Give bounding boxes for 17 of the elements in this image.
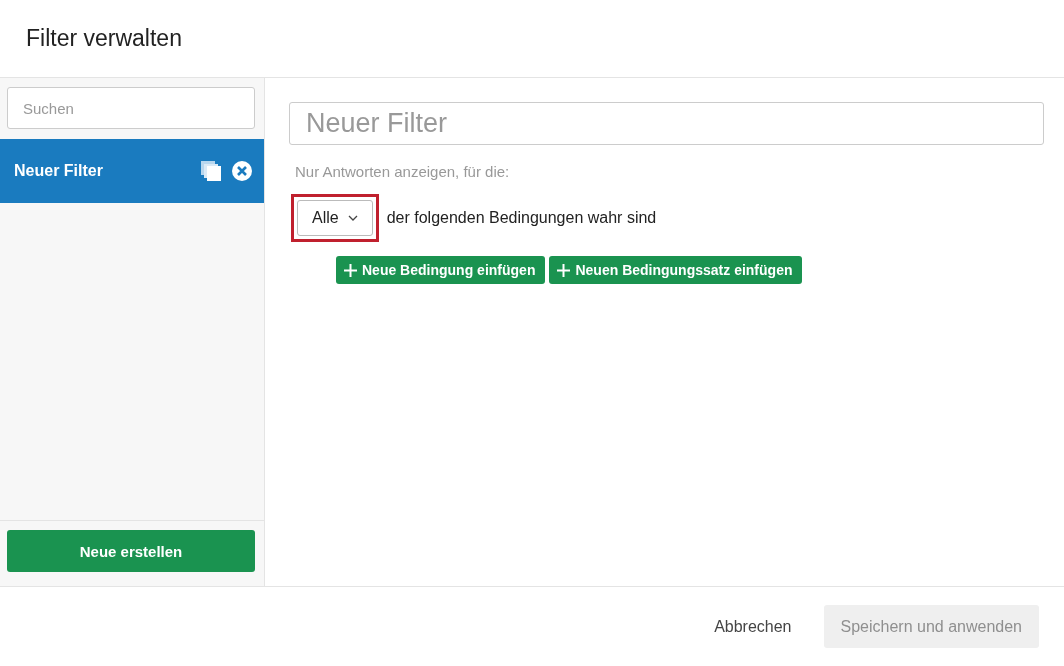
copy-icon[interactable]: [200, 161, 222, 181]
add-condition-button[interactable]: Neue Bedingung einfügen: [336, 256, 546, 284]
caret-icon: [347, 215, 358, 221]
condition-text: der folgenden Bedingungen wahr sind: [386, 209, 657, 227]
match-dropdown[interactable]: Alle: [291, 194, 379, 242]
filter-name: Neuer Filter: [14, 162, 104, 180]
search-field[interactable]: Suchen: [7, 87, 255, 129]
intro-text: Nur Antworten anzeigen, für die:: [295, 163, 511, 180]
plus-icon: [557, 263, 571, 277]
cancel-button[interactable]: Abbrechen: [708, 616, 798, 637]
add-condition-button[interactable]: Neuen Bedingungssatz einfügen: [549, 256, 803, 284]
filter-list-item[interactable]: Neuer Filter: [0, 139, 264, 203]
plus-icon: [344, 263, 357, 277]
close-icon[interactable]: [232, 161, 252, 181]
filter-name-field[interactable]: Neuer Filter: [289, 102, 1044, 145]
create-button[interactable]: Neue erstellen: [7, 530, 255, 572]
dialog-title: Filter verwalten: [26, 25, 182, 52]
